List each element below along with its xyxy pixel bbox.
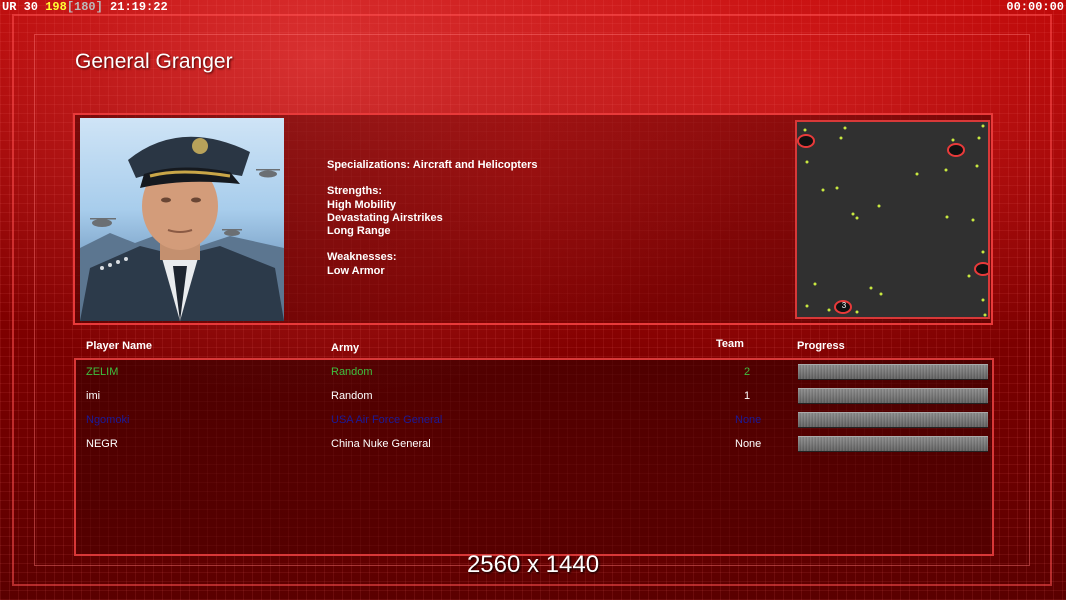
fps-cap: [180] xyxy=(66,0,103,14)
load-progress-bar xyxy=(798,388,988,404)
load-progress-bar xyxy=(798,412,988,428)
load-progress-fill xyxy=(798,389,988,403)
player-name: NEGR xyxy=(86,438,118,450)
strength-item: High Mobility xyxy=(327,198,397,211)
player-team: 1 xyxy=(744,390,751,402)
player-army: Random xyxy=(331,366,373,378)
map-preview: 3 xyxy=(795,120,990,319)
fps-value: 198 xyxy=(45,0,67,14)
specializations-text: Specializations: Aircraft and Helicopter… xyxy=(327,159,538,171)
strength-item: Devastating Airstrikes xyxy=(327,211,443,224)
load-progress-fill xyxy=(798,437,988,451)
table-row: ZELIM Random 2 xyxy=(0,364,1066,382)
header-army: Army xyxy=(331,342,360,354)
map-preview-svg xyxy=(797,124,988,317)
player-name: Ngomoki xyxy=(86,414,130,426)
general-portrait xyxy=(80,118,284,321)
hud-stats: UR 30 198[180] 21:19:22 xyxy=(2,0,168,14)
start-positions xyxy=(797,134,988,314)
load-progress-fill xyxy=(798,365,988,379)
header-player-name: Player Name xyxy=(86,340,153,352)
player-army: China Nuke General xyxy=(331,438,431,450)
resolution-overlay: 2560 x 1440 xyxy=(466,551,600,578)
strength-item: Long Range xyxy=(327,225,391,238)
game-timer: 00:00:00 xyxy=(1006,0,1064,14)
strengths-label: Strengths: xyxy=(327,185,382,198)
hud-overlay: UR 30 198[180] 21:19:22 00:00:00 xyxy=(0,0,1066,14)
player-team: 2 xyxy=(744,366,751,378)
player-army: Random xyxy=(331,390,373,402)
player-team: None xyxy=(735,438,762,450)
players-table-header: Player Name Army Team Progress xyxy=(0,338,1066,356)
general-description: Specializations: Aircraft and Helicopter… xyxy=(327,159,747,278)
system-clock: 21:19:22 xyxy=(110,0,168,14)
player-team: None xyxy=(735,414,762,426)
table-row: imi Random 1 xyxy=(0,388,1066,406)
general-name-title: General Granger xyxy=(75,50,233,73)
ur-label: UR xyxy=(2,0,17,14)
table-row: Ngomoki USA Air Force General None xyxy=(0,412,1066,430)
load-progress-fill xyxy=(798,413,988,427)
weaknesses-label: Weaknesses: xyxy=(327,251,397,264)
header-progress: Progress xyxy=(797,340,845,352)
load-progress-bar xyxy=(798,364,988,380)
load-progress-bar xyxy=(798,436,988,452)
player-name: ZELIM xyxy=(86,366,119,378)
ur-value: 30 xyxy=(23,0,39,14)
table-row: NEGR China Nuke General None xyxy=(0,436,1066,454)
weakness-item: Low Armor xyxy=(327,264,385,277)
player-name: imi xyxy=(86,390,101,402)
start-position-marker-label: 3 xyxy=(841,301,847,310)
header-team: Team xyxy=(716,338,744,350)
player-army: USA Air Force General xyxy=(331,414,443,426)
